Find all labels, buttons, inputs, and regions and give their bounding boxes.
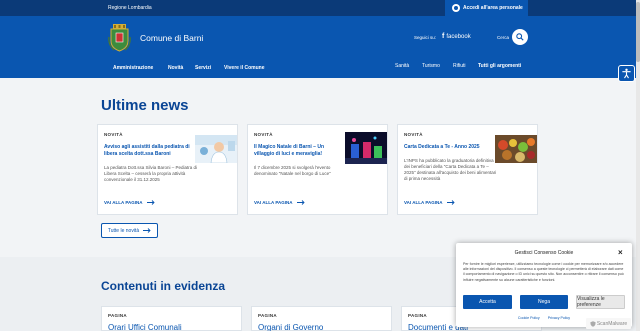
accessibility-icon (622, 68, 631, 79)
news-section-title: Ultime news (101, 97, 189, 114)
arrow-right-icon (143, 228, 151, 233)
facebook-label: facebook (446, 33, 471, 40)
featured-card-category: PAGINA (258, 313, 277, 318)
card-more-link[interactable]: VAI ALLA PAGINA (404, 200, 455, 205)
search-icon (516, 33, 524, 41)
site-header (0, 16, 640, 78)
deny-button[interactable]: Nega (520, 295, 568, 309)
card-thumbnail (495, 135, 537, 163)
card-text: L'INPS ha pubblicato la graduatoria defi… (404, 158, 497, 182)
card-text: La pediatra Dott.ssa Silvia Baroni – Ped… (104, 165, 198, 183)
shield-icon (590, 320, 596, 327)
card-more-label: VAI ALLA PAGINA (404, 200, 443, 205)
coat-of-arms-logo[interactable] (108, 23, 131, 52)
arrow-right-icon (296, 200, 305, 205)
cookie-policy-link[interactable]: Cookie Policy (518, 316, 540, 320)
card-category: NOVITÀ (254, 132, 273, 137)
news-card[interactable]: NOVITÀ Carta Dedicata a Te - Anno 2025 L… (397, 124, 538, 215)
cookie-body-text: Per fornire le migliori esperienze, util… (463, 262, 624, 282)
search-button[interactable] (512, 29, 528, 45)
card-category: NOVITÀ (404, 132, 423, 137)
search-label: Cerca (497, 35, 510, 40)
news-card[interactable]: NOVITÀ Avviso agli assistiti dalla pedia… (97, 124, 238, 215)
card-thumbnail (195, 135, 237, 163)
scanmalware-label: ScanMalware (596, 320, 628, 327)
scrollbar-thumb[interactable] (636, 2, 640, 62)
card-thumbnail (345, 132, 387, 164)
accept-button[interactable]: Accetta (463, 295, 512, 309)
nav-servizi[interactable]: Servizi (195, 65, 211, 71)
cookie-consent-dialog: Gestisci Consenso Cookie × Per fornire l… (456, 243, 632, 327)
preferences-button[interactable]: Visualizza le preferenze (576, 295, 625, 309)
nav-novita[interactable]: Novità (168, 65, 183, 71)
follow-label: Seguici su: (414, 35, 437, 40)
featured-card-category: PAGINA (108, 313, 127, 318)
card-text: Il 7 dicembre 2025 si svolgerà l'evento … (254, 165, 331, 177)
featured-card[interactable]: PAGINA Organi di Governo (251, 306, 392, 331)
nav-tutti-gli-argomenti[interactable]: Tutti gli argomenti (478, 63, 521, 69)
arrow-right-icon (446, 200, 455, 205)
featured-section-title: Contenuti in evidenza (101, 279, 226, 293)
login-label: Accedi all'area personale (463, 5, 523, 11)
close-icon[interactable]: × (618, 248, 623, 257)
card-title[interactable]: Avviso agli assistiti dalla pediatra di … (104, 144, 192, 157)
card-category: NOVITÀ (104, 132, 123, 137)
all-news-button[interactable]: Tutte le novità (101, 223, 158, 238)
card-more-label: VAI ALLA PAGINA (104, 200, 143, 205)
card-more-link[interactable]: VAI ALLA PAGINA (104, 200, 155, 205)
nav-vivere-il-comune[interactable]: Vivere il Comune (224, 65, 264, 71)
site-title[interactable]: Comune di Barni (140, 33, 203, 43)
facebook-link[interactable]: f facebook (442, 33, 471, 40)
card-title[interactable]: Carta Dedicata a Te - Anno 2025 (404, 144, 492, 151)
news-card[interactable]: NOVITÀ Il Magico Natale di Barni – Un vi… (247, 124, 388, 215)
nav-amministrazione[interactable]: Amministrazione (113, 65, 153, 71)
card-more-link[interactable]: VAI ALLA PAGINA (254, 200, 305, 205)
arrow-right-icon (146, 200, 155, 205)
featured-card[interactable]: PAGINA Orari Uffici Comunali (101, 306, 242, 331)
card-title[interactable]: Il Magico Natale di Barni – Un villaggio… (254, 144, 342, 157)
privacy-policy-link[interactable]: Privacy Policy (548, 316, 570, 320)
featured-card-title[interactable]: Orari Uffici Comunali (108, 323, 182, 331)
featured-card-title[interactable]: Organi di Governo (258, 323, 323, 331)
card-more-label: VAI ALLA PAGINA (254, 200, 293, 205)
nav-turismo[interactable]: Turismo (422, 63, 440, 69)
nav-sanita[interactable]: Sanità (395, 63, 409, 69)
region-link[interactable]: Regione Lombardia (108, 5, 152, 11)
facebook-icon: f (442, 33, 445, 40)
user-icon (452, 4, 460, 12)
nav-rifiuti[interactable]: Rifiuti (453, 63, 466, 69)
cookie-title: Gestisci Consenso Cookie (514, 250, 574, 256)
accessibility-button[interactable] (618, 65, 635, 82)
all-news-label: Tutte le novità (107, 227, 140, 234)
scanmalware-badge[interactable]: ScanMalware (586, 318, 631, 329)
top-bar (0, 0, 640, 16)
featured-card-category: PAGINA (408, 313, 427, 318)
login-button[interactable]: Accedi all'area personale (445, 0, 528, 16)
